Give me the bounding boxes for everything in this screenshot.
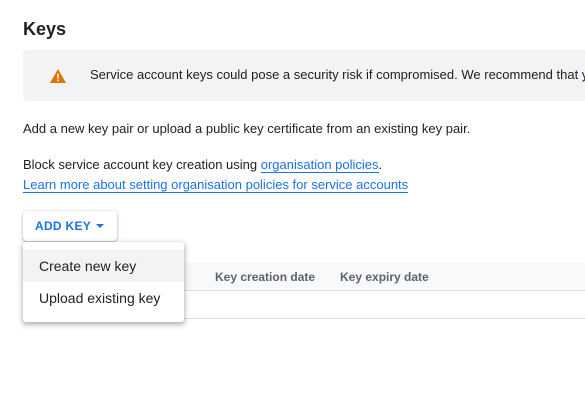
add-key-label: ADD KEY	[35, 219, 92, 233]
block-creation-text: Block service account key creation using…	[23, 157, 383, 173]
add-key-button[interactable]: ADD KEY	[23, 211, 117, 241]
organisation-policies-link[interactable]: organisation policies	[260, 157, 379, 173]
learn-more-link[interactable]: Learn more about setting organisation po…	[23, 177, 409, 193]
page-title: Keys	[23, 19, 67, 39]
menu-item-upload-existing-key[interactable]: Upload existing key	[23, 282, 184, 314]
add-key-dropdown-menu: Create new key Upload existing key	[23, 242, 184, 322]
add-key-pair-text: Add a new key pair or upload a public ke…	[23, 121, 471, 136]
warning-text: Service account keys could pose a securi…	[90, 67, 585, 82]
warning-banner: Service account keys could pose a securi…	[23, 50, 585, 101]
block-prefix: Block service account key creation using	[23, 157, 261, 172]
column-header-key-expiry-date[interactable]: Key expiry date	[340, 270, 429, 284]
block-suffix: .	[378, 157, 383, 172]
learn-more-line: Learn more about setting organisation po…	[23, 177, 409, 193]
menu-item-create-new-key[interactable]: Create new key	[23, 250, 184, 282]
warning-icon	[50, 69, 66, 83]
column-header-key-creation-date[interactable]: Key creation date	[215, 270, 315, 284]
caret-down-icon	[96, 224, 105, 228]
keys-page: Keys Service account keys could pose a s…	[0, 0, 585, 413]
